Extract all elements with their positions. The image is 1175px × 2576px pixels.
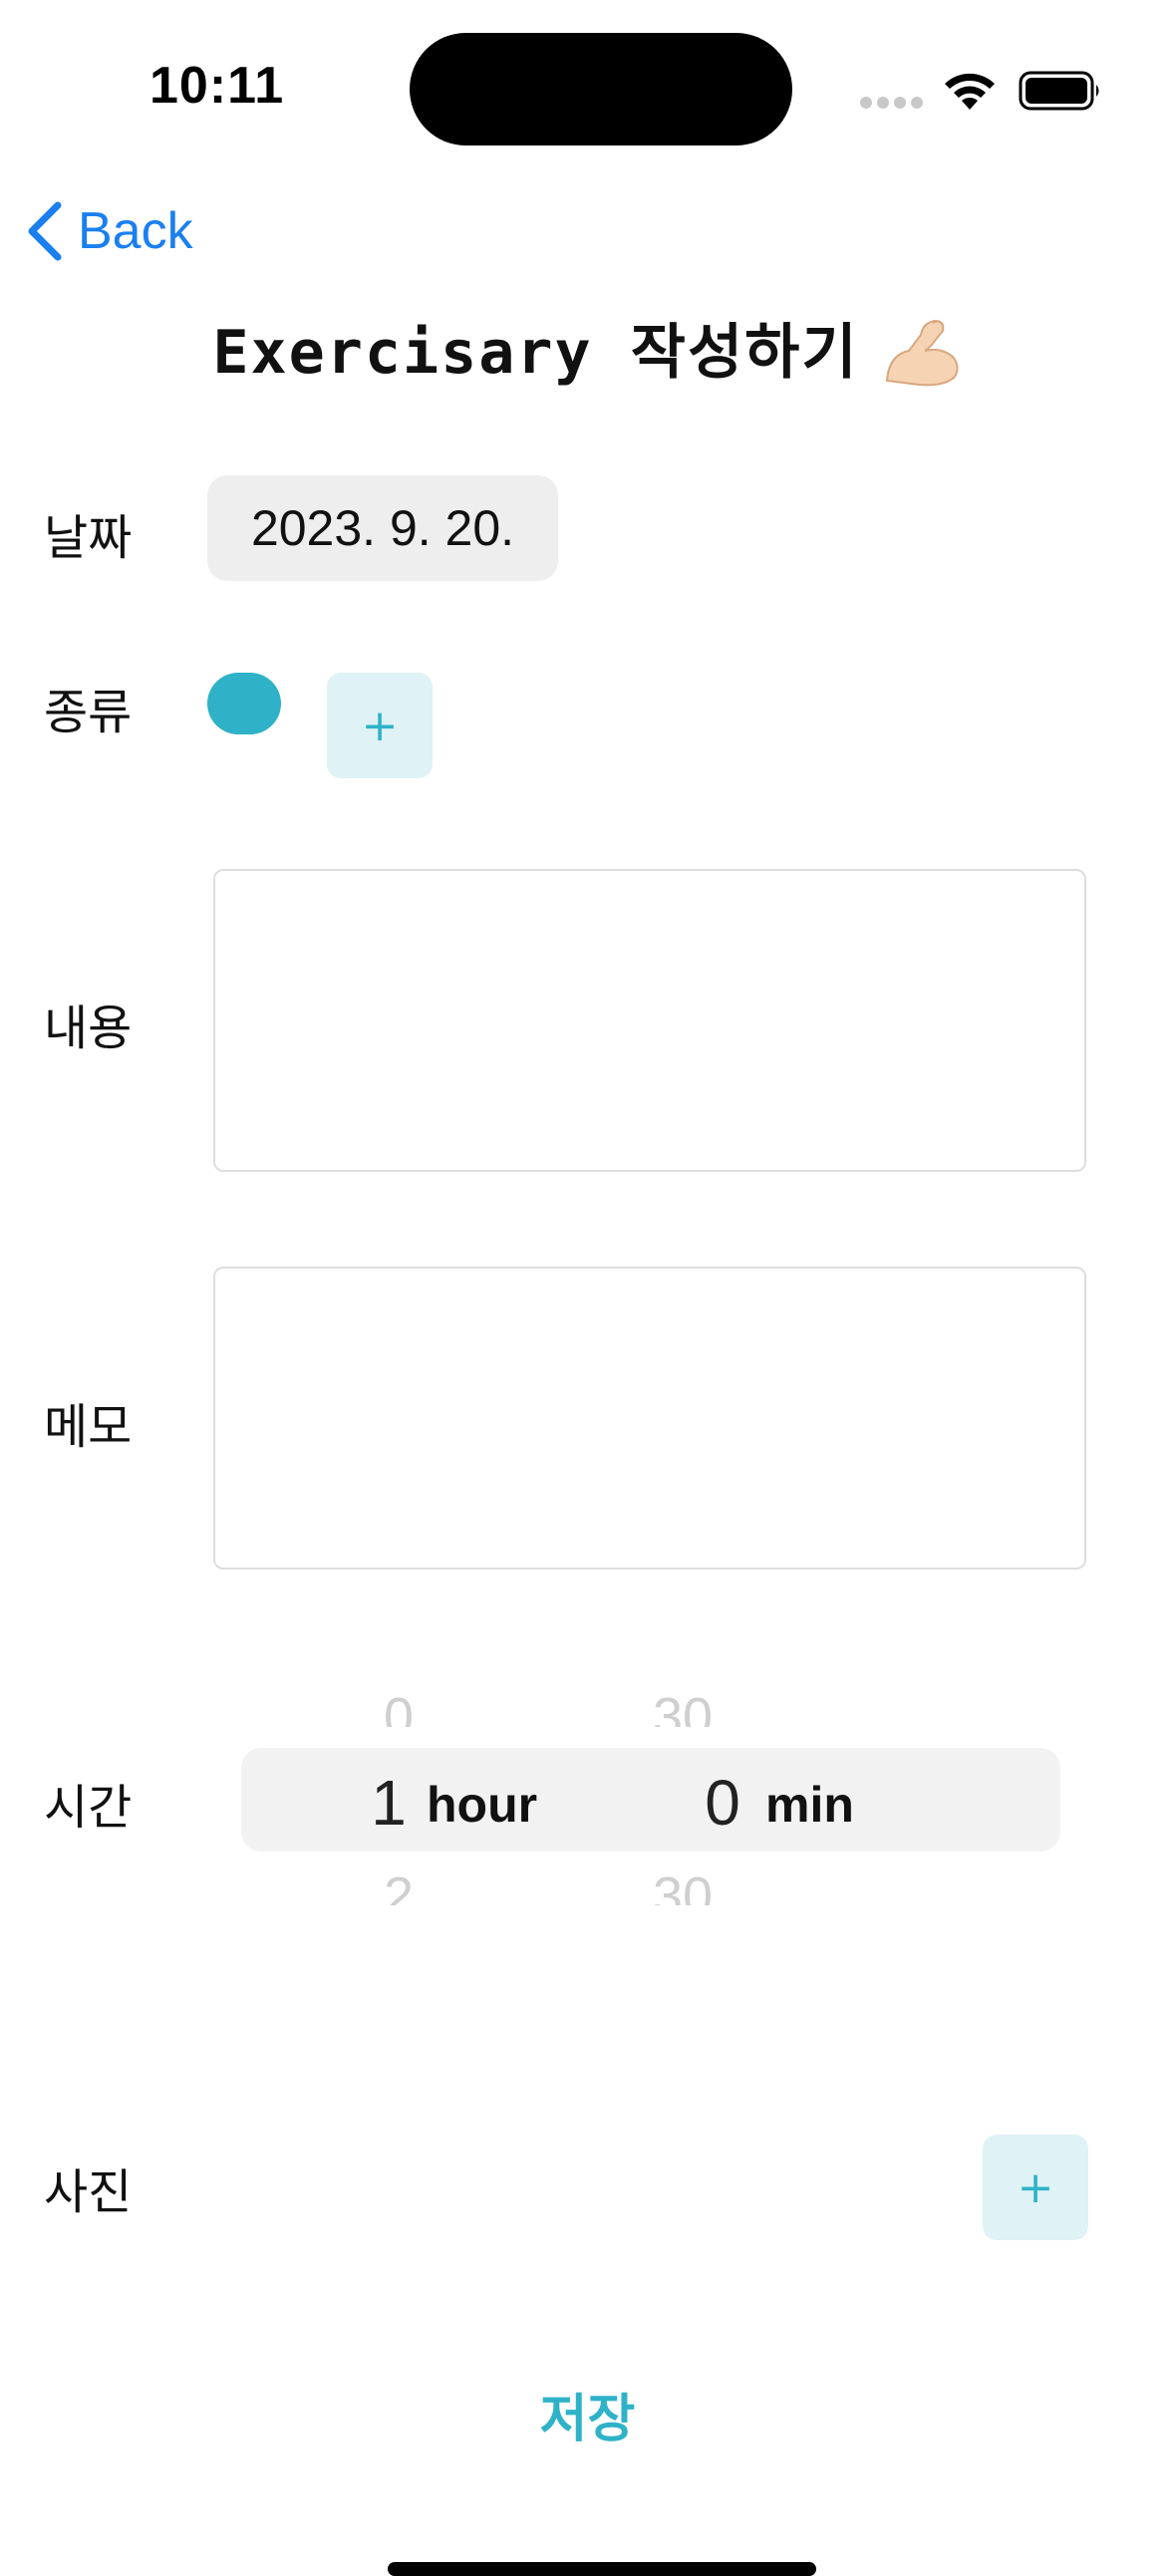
flexed-biceps-icon [885,319,959,387]
save-button[interactable]: 저장 [0,2377,1175,2451]
back-label: Back [78,202,193,260]
chevron-left-icon [28,201,62,261]
minute-option-above[interactable]: 30 [638,1687,728,1727]
photo-label: 사진 [44,2164,133,2220]
minute-selected[interactable]: 0 [688,1766,757,1840]
status-time: 10:11 [149,57,285,115]
cellular-signal-icon [860,97,924,109]
add-photo-button[interactable]: + [983,2135,1088,2240]
type-chip[interactable] [207,673,281,734]
content-label: 내용 [44,1001,133,1056]
add-type-button[interactable]: + [327,673,433,778]
dynamic-island [410,33,792,145]
minute-option-below[interactable]: 30 [638,1869,728,1905]
page-title: Exercisary 작성하기 [0,304,1175,395]
wifi-icon [945,73,995,110]
battery-icon [1019,71,1099,111]
date-label: 날짜 [44,510,133,566]
time-label: 시간 [44,1780,133,1836]
memo-textarea[interactable] [213,1267,1086,1570]
minute-unit: min [765,1777,854,1833]
hour-option-below[interactable]: 2 [359,1869,439,1905]
hour-unit: hour [427,1777,538,1833]
home-indicator [388,2562,816,2576]
date-picker-button[interactable]: 2023. 9. 20. [207,475,558,581]
hour-option-above[interactable]: 0 [359,1687,439,1727]
back-button[interactable]: Back [24,195,193,267]
type-label: 종류 [44,685,133,740]
content-textarea[interactable] [213,869,1086,1172]
page-title-text: Exercisary 작성하기 [212,318,859,388]
hour-selected[interactable]: 1 [354,1766,424,1840]
memo-label: 메모 [44,1399,133,1455]
